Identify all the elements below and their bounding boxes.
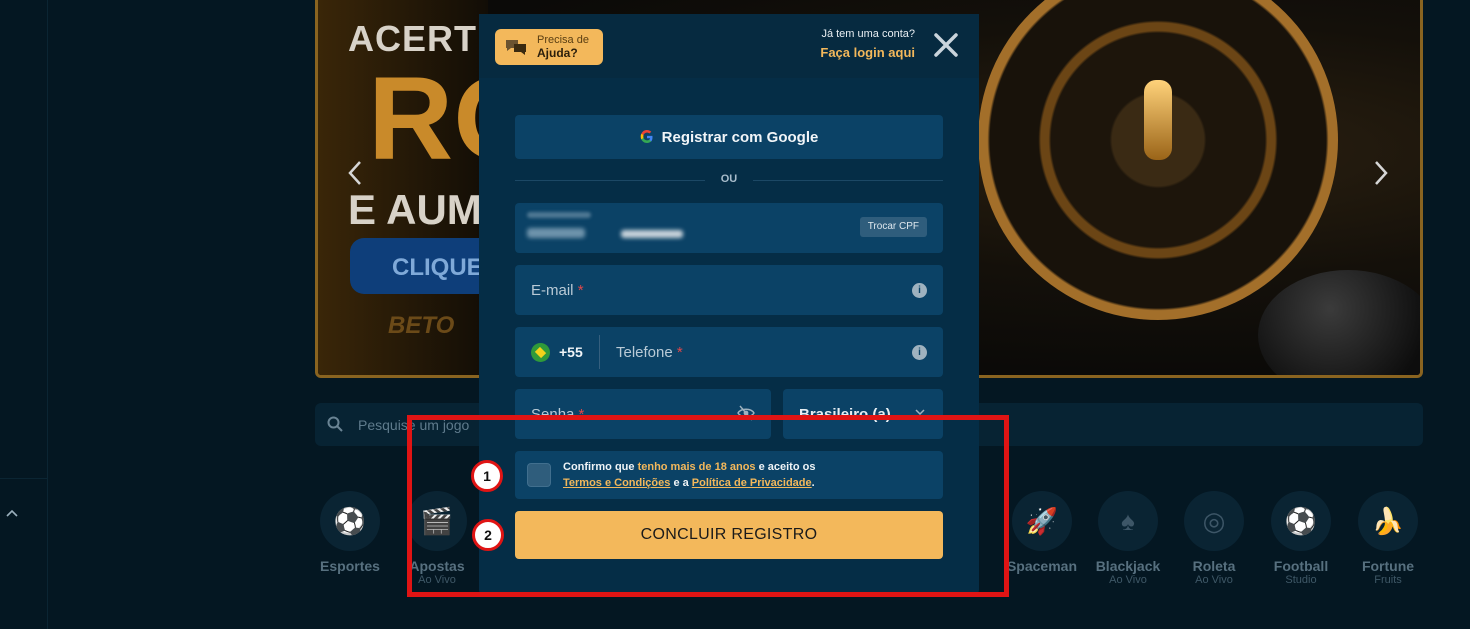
banner-logo: BETO <box>388 312 455 339</box>
chat-bubbles-icon <box>506 40 526 55</box>
rocket-icon: 🚀 <box>1012 491 1072 551</box>
carousel-prev-icon[interactable] <box>346 158 364 188</box>
banner-line2: E AUM <box>348 186 482 233</box>
google-icon <box>640 130 653 143</box>
phone-country-code[interactable]: +55 <box>559 344 583 360</box>
divider-label: OU <box>705 173 753 185</box>
category-blackjack[interactable]: ♠ Blackjack Ao Vivo <box>1091 491 1165 586</box>
chevron-up-icon[interactable] <box>4 505 20 521</box>
modal-header: Precisa de Ajuda? Já tem uma conta? Faça… <box>479 14 979 78</box>
category-label: Esportes <box>320 558 380 574</box>
phone-field[interactable]: +55 Telefone * i <box>515 327 943 377</box>
category-label: Blackjack <box>1095 558 1161 574</box>
rail-separator <box>0 478 48 479</box>
roulette-wheel-image <box>978 0 1338 320</box>
football-icon: ⚽ <box>1271 491 1331 551</box>
email-field[interactable]: E-mail * i <box>515 265 943 315</box>
phone-label: Telefone * <box>616 344 683 361</box>
category-esportes[interactable]: ⚽ Esportes <box>313 491 387 574</box>
phone-separator <box>599 335 600 369</box>
brazil-flag-icon[interactable] <box>531 343 550 362</box>
highlight-box <box>407 415 1009 597</box>
login-link[interactable]: Faça login aqui <box>820 45 915 60</box>
category-label: Roleta <box>1192 558 1236 574</box>
soccer-ball-icon: ⚽ <box>320 491 380 551</box>
category-sub: Ao Vivo <box>1195 574 1233 586</box>
step-marker-1: 1 <box>471 460 503 492</box>
left-rail <box>0 0 48 629</box>
category-label: Spaceman <box>1006 558 1078 574</box>
info-icon[interactable]: i <box>912 283 927 298</box>
cpf-name-redacted <box>621 230 683 238</box>
carousel-next-icon[interactable] <box>1372 158 1390 188</box>
category-sub: Studio <box>1285 574 1317 586</box>
google-register-button[interactable]: Registrar com Google <box>515 115 943 159</box>
swap-cpf-button[interactable]: Trocar CPF <box>859 217 927 237</box>
category-roleta[interactable]: ◎ Roleta Ao Vivo <box>1177 491 1251 586</box>
help-line2: Ajuda? <box>537 46 578 60</box>
cpf-field: Trocar CPF <box>515 203 943 253</box>
google-register-label: Registrar com Google <box>661 129 819 146</box>
roulette-icon: ◎ <box>1184 491 1244 551</box>
search-icon <box>327 416 343 432</box>
email-label: E-mail * <box>531 282 584 299</box>
cpf-label-redacted <box>527 212 591 218</box>
cpf-value-redacted <box>527 228 585 238</box>
category-football-studio[interactable]: ⚽ Football Studio <box>1264 491 1338 586</box>
close-icon[interactable] <box>933 32 959 58</box>
category-fortune-fruits[interactable]: 🍌 Fortune Fruits <box>1351 491 1425 586</box>
spade-card-icon: ♠ <box>1098 491 1158 551</box>
category-label: Fortune <box>1361 558 1415 574</box>
banana-icon: 🍌 <box>1358 491 1418 551</box>
category-label: Football <box>1273 558 1329 574</box>
category-sub: Fruits <box>1374 574 1402 586</box>
step-marker-2: 2 <box>472 519 504 551</box>
help-button[interactable]: Precisa de Ajuda? <box>495 29 603 65</box>
required-mark: * <box>676 344 683 361</box>
login-prompt: Já tem uma conta? <box>821 28 915 40</box>
category-sub: Ao Vivo <box>1109 574 1147 586</box>
required-mark: * <box>577 282 584 299</box>
help-line1: Precisa de <box>537 34 589 46</box>
category-spaceman[interactable]: 🚀 Spaceman <box>1005 491 1079 574</box>
roulette-ball-image <box>1258 270 1420 375</box>
info-icon[interactable]: i <box>912 345 927 360</box>
